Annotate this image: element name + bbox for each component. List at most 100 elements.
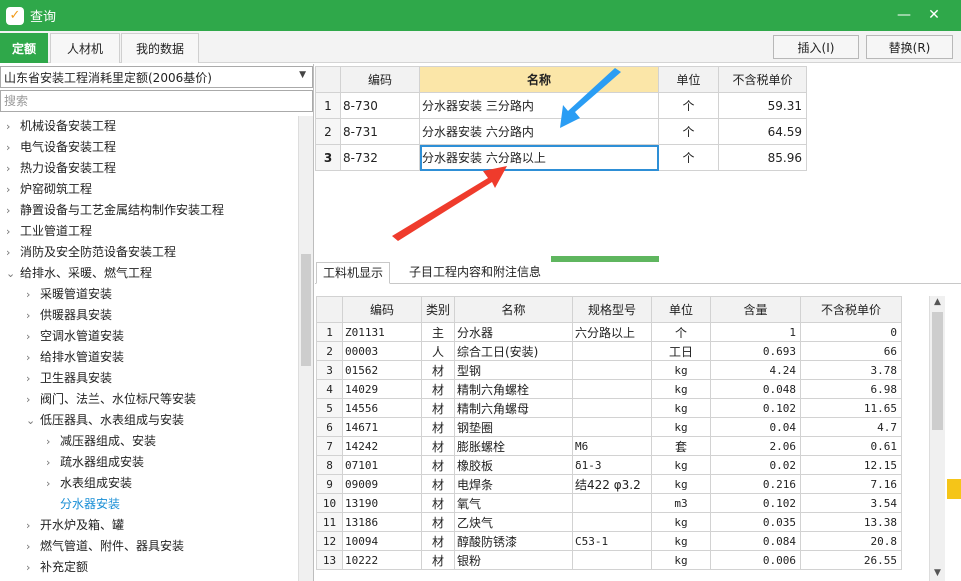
- table-row[interactable]: 9 09009 材电焊条 结422 φ3.2 kg 0.216 7.16: [316, 474, 902, 494]
- row-number[interactable]: 1: [316, 322, 343, 342]
- cell-quantity[interactable]: 0.693: [710, 341, 801, 361]
- cell-unit[interactable]: 套: [651, 436, 711, 456]
- table-row[interactable]: 3 8-732 分水器安装 六分路以上个 85.96: [315, 144, 807, 171]
- column-header-unit[interactable]: 单位: [658, 66, 719, 93]
- cell-spec[interactable]: C53-1: [572, 531, 652, 551]
- chevron-right-icon[interactable]: ›: [6, 180, 20, 200]
- cell-code[interactable]: 00003: [342, 341, 422, 361]
- chevron-right-icon[interactable]: ›: [26, 390, 40, 410]
- chevron-down-icon[interactable]: ⌄: [26, 411, 40, 431]
- cell-quantity[interactable]: 2.06: [710, 436, 801, 456]
- chevron-right-icon[interactable]: ›: [6, 159, 20, 179]
- column-header-price[interactable]: 不含税单价: [800, 296, 902, 323]
- tree-node[interactable]: › 开水炉及箱、罐: [26, 515, 124, 535]
- cell-spec[interactable]: [572, 341, 652, 361]
- cell-category[interactable]: 材: [421, 493, 455, 513]
- cell-spec[interactable]: [572, 398, 652, 418]
- tree-node[interactable]: › 电气设备安装工程: [6, 137, 116, 157]
- row-number[interactable]: 10: [316, 493, 343, 513]
- chevron-right-icon[interactable]: ›: [26, 327, 40, 347]
- cell-code[interactable]: 13186: [342, 512, 422, 532]
- table-row[interactable]: 12 10094 材醇酸防锈漆 C53-1 kg 0.084 20.8: [316, 531, 902, 551]
- tree-scrollbar[interactable]: [298, 116, 313, 581]
- chevron-down-icon[interactable]: ▼: [299, 70, 306, 80]
- cell-name[interactable]: 乙炔气: [454, 512, 573, 532]
- tree-node[interactable]: › 减压器组成、安装: [46, 431, 156, 451]
- scrollbar-thumb[interactable]: [932, 312, 943, 430]
- tree-node[interactable]: ⌄ 给排水、采暖、燃气工程: [6, 263, 152, 283]
- tree-node[interactable]: › 疏水器组成安装: [46, 452, 144, 472]
- chevron-right-icon[interactable]: ›: [46, 432, 60, 452]
- tab-labor-material[interactable]: 人材机: [50, 33, 120, 63]
- chevron-right-icon[interactable]: ›: [6, 243, 20, 263]
- cell-code[interactable]: 14029: [342, 379, 422, 399]
- cell-price[interactable]: 64.59: [718, 118, 807, 145]
- cell-code[interactable]: 14242: [342, 436, 422, 456]
- cell-category[interactable]: 材: [421, 550, 455, 570]
- cell-unit[interactable]: kg: [651, 550, 711, 570]
- column-header-price[interactable]: 不含税单价: [718, 66, 807, 93]
- row-number[interactable]: 2: [315, 118, 341, 145]
- cell-code[interactable]: 01562: [342, 360, 422, 380]
- tree-node[interactable]: › 消防及安全防范设备安装工程: [6, 242, 176, 262]
- cell-name[interactable]: 橡胶板: [454, 455, 573, 475]
- tree-node[interactable]: 分水器安装: [46, 494, 120, 514]
- cell-spec[interactable]: [572, 417, 652, 437]
- cell-category[interactable]: 人: [421, 341, 455, 361]
- chevron-right-icon[interactable]: ›: [26, 558, 40, 578]
- row-number[interactable]: 3: [316, 360, 343, 380]
- cell-price[interactable]: 11.65: [800, 398, 902, 418]
- scrollbar-thumb[interactable]: [301, 254, 311, 366]
- column-header-name[interactable]: 名称: [454, 296, 573, 323]
- cell-code[interactable]: Z01131: [342, 322, 422, 342]
- cell-category[interactable]: 材: [421, 379, 455, 399]
- cell-name[interactable]: 银粉: [454, 550, 573, 570]
- cell-spec[interactable]: 结422 φ3.2: [572, 474, 652, 494]
- search-input[interactable]: 搜索: [0, 90, 313, 112]
- cell-quantity[interactable]: 0.048: [710, 379, 801, 399]
- cell-price[interactable]: 20.8: [800, 531, 902, 551]
- replace-button[interactable]: 替换(R): [866, 35, 953, 59]
- cell-price[interactable]: 0.61: [800, 436, 902, 456]
- row-number[interactable]: 11: [316, 512, 343, 532]
- row-number[interactable]: 12: [316, 531, 343, 551]
- cell-price[interactable]: 0: [800, 322, 902, 342]
- cell-code[interactable]: 14671: [342, 417, 422, 437]
- column-header-unit[interactable]: 单位: [651, 296, 711, 323]
- cell-code[interactable]: 8-732: [340, 144, 420, 171]
- column-header-code[interactable]: 编码: [342, 296, 422, 323]
- chevron-right-icon[interactable]: ›: [6, 201, 20, 221]
- cell-name[interactable]: 钢垫圈: [454, 417, 573, 437]
- cell-price[interactable]: 59.31: [718, 92, 807, 119]
- cell-spec[interactable]: δ1-3: [572, 455, 652, 475]
- tree-node[interactable]: › 采暖管道安装: [26, 284, 112, 304]
- cell-quantity[interactable]: 0.04: [710, 417, 801, 437]
- tree-node[interactable]: › 炉窑砌筑工程: [6, 179, 92, 199]
- table-row[interactable]: 1 8-730 分水器安装 三分路内个 59.31: [315, 92, 807, 119]
- cell-unit[interactable]: 工日: [651, 341, 711, 361]
- library-select[interactable]: 山东省安装工程消耗里定额(2006基价) ▼: [0, 66, 313, 88]
- cell-name[interactable]: 分水器安装 六分路以上: [419, 144, 659, 171]
- cell-quantity[interactable]: 0.035: [710, 512, 801, 532]
- cell-code[interactable]: 14556: [342, 398, 422, 418]
- cell-quantity[interactable]: 0.216: [710, 474, 801, 494]
- cell-name[interactable]: 分水器: [454, 322, 573, 342]
- cell-category[interactable]: 材: [421, 474, 455, 494]
- cell-unit[interactable]: 个: [658, 92, 719, 119]
- cell-price[interactable]: 3.54: [800, 493, 902, 513]
- cell-category[interactable]: 材: [421, 531, 455, 551]
- cell-code[interactable]: 10094: [342, 531, 422, 551]
- table-row[interactable]: 7 14242 材膨胀螺栓 M6 套 2.06 0.61: [316, 436, 902, 456]
- chevron-right-icon[interactable]: ›: [26, 516, 40, 536]
- chevron-right-icon[interactable]: ›: [26, 348, 40, 368]
- cell-unit[interactable]: kg: [651, 379, 711, 399]
- tree-node[interactable]: › 补充定额: [26, 557, 88, 577]
- cell-quantity[interactable]: 0.084: [710, 531, 801, 551]
- cell-spec[interactable]: [572, 550, 652, 570]
- cell-spec[interactable]: [572, 512, 652, 532]
- cell-quantity[interactable]: 0.102: [710, 493, 801, 513]
- cell-quantity[interactable]: 0.006: [710, 550, 801, 570]
- cell-price[interactable]: 12.15: [800, 455, 902, 475]
- cell-category[interactable]: 材: [421, 360, 455, 380]
- chevron-right-icon[interactable]: ›: [26, 306, 40, 326]
